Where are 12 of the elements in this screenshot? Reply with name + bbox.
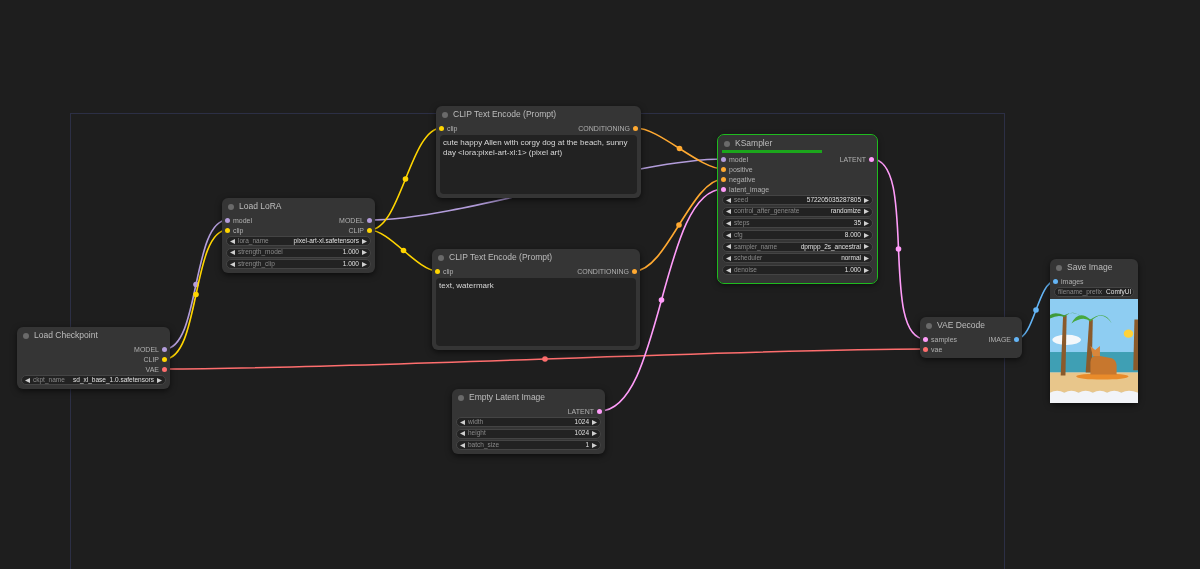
decrement-arrow-icon[interactable] — [25, 377, 30, 383]
node-title: CLIP Text Encode (Prompt) — [449, 253, 553, 262]
node-title: Load Checkpoint — [34, 331, 98, 340]
node-title: CLIP Text Encode (Prompt) — [453, 110, 557, 119]
node-title: KSampler — [735, 139, 773, 148]
increment-arrow-icon[interactable] — [157, 377, 162, 383]
node-title: Save Image — [1067, 263, 1113, 272]
prompt-text-field[interactable]: text, watermark — [436, 278, 636, 346]
node-title: VAE Decode — [937, 321, 986, 330]
node-title: Load LoRA — [239, 202, 282, 211]
node-title: Empty Latent Image — [469, 393, 546, 402]
prompt-text-field[interactable]: cute happy Allen with corgy dog at the beach, sunny day <lora:pixel-art-xl:1> (pixel art) — [440, 135, 637, 194]
